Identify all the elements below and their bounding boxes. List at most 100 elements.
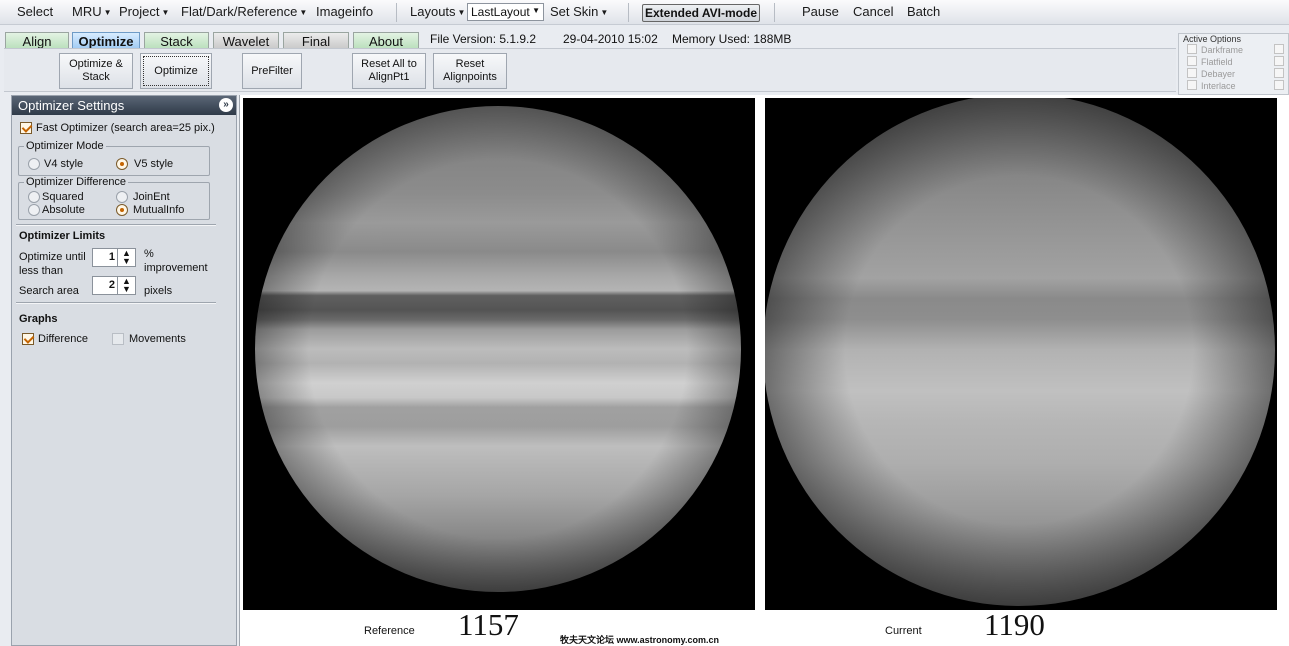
- checkbox-icon: [1187, 80, 1197, 90]
- menu-project-label: Project: [119, 4, 160, 19]
- tab-align[interactable]: Align: [5, 32, 69, 49]
- extended-avi-mode-button[interactable]: Extended AVI-mode: [642, 4, 760, 22]
- layout-select[interactable]: LastLayout ▼: [467, 3, 544, 21]
- layout-select-value: LastLayout: [471, 5, 530, 19]
- checkbox-icon: [1274, 44, 1284, 54]
- menu-mru-label: MRU: [72, 4, 102, 19]
- option-darkframe: Darkframe: [1187, 44, 1243, 55]
- tab-about[interactable]: About: [353, 32, 419, 49]
- menu-layouts-label: Layouts: [410, 4, 456, 19]
- jupiter-current: [765, 98, 1275, 606]
- option-label: Darkframe: [1201, 45, 1244, 55]
- current-label: Current: [885, 625, 922, 637]
- movements-checkbox[interactable]: [112, 333, 124, 345]
- reference-label: Reference: [364, 625, 415, 637]
- improvement-label: improvement: [144, 262, 208, 274]
- percent-label: %: [144, 248, 154, 260]
- less-than-label: less than: [19, 265, 64, 277]
- memory-used: Memory Used: 188MB: [672, 32, 792, 46]
- optimize-stack-button[interactable]: Optimize & Stack: [59, 53, 133, 89]
- spinner-arrows-icon[interactable]: ▲ ▼: [117, 249, 135, 266]
- menu-flat-dark-reference[interactable]: Flat/Dark/Reference ▼: [181, 4, 307, 19]
- menu-flat-dark-reference-label: Flat/Dark/Reference: [181, 4, 298, 19]
- search-area-value: 2: [108, 279, 115, 291]
- optimizer-difference-label: Optimizer Difference: [24, 176, 129, 188]
- chevron-down-icon: ▼: [161, 8, 170, 17]
- menu-set-skin-label: Set Skin: [550, 4, 599, 19]
- difference-label: Difference: [38, 333, 88, 345]
- mode-v4-label: V4 style: [44, 158, 84, 170]
- chevron-down-icon: ▼: [457, 8, 466, 17]
- checkbox-icon: [1274, 56, 1284, 66]
- batch-button[interactable]: Batch: [907, 4, 940, 19]
- reference-frame-number: 1157: [458, 607, 519, 642]
- tab-optimize[interactable]: Optimize: [72, 32, 140, 49]
- search-area-label: Search area: [19, 285, 79, 297]
- diff-squared-label: Squared: [42, 191, 84, 203]
- jupiter-reference: [255, 106, 741, 592]
- difference-checkbox[interactable]: [22, 333, 34, 345]
- option-label: Interlace: [1201, 81, 1236, 91]
- prefilter-button[interactable]: PreFilter: [242, 53, 302, 89]
- cancel-button[interactable]: Cancel: [853, 4, 893, 19]
- checkbox-icon: [1187, 68, 1197, 78]
- movements-label: Movements: [129, 333, 186, 345]
- panel-header: Optimizer Settings »: [12, 96, 236, 115]
- menu-project[interactable]: Project ▼: [119, 4, 169, 19]
- divider: [16, 302, 216, 304]
- option-flatfield: Flatfield: [1187, 56, 1233, 67]
- option-interlace: Interlace: [1187, 80, 1236, 91]
- collapse-icon[interactable]: »: [219, 98, 233, 112]
- search-area-spinner[interactable]: 2 ▲ ▼: [92, 276, 136, 295]
- tab-stack[interactable]: Stack: [144, 32, 209, 49]
- active-options: Active Options Darkframe Flatfield Debay…: [1178, 33, 1289, 95]
- checkbox-icon: [1274, 80, 1284, 90]
- mode-v4-radio[interactable]: [28, 158, 40, 170]
- optimize-button[interactable]: Optimize: [140, 53, 212, 89]
- diff-joinent-radio[interactable]: [116, 191, 128, 203]
- checkbox-icon: [1187, 44, 1197, 54]
- diff-joinent-label: JoinEnt: [133, 191, 170, 203]
- menu-imageinfo[interactable]: Imageinfo: [316, 4, 373, 19]
- mode-v5-radio[interactable]: [116, 158, 128, 170]
- checkbox-icon: [1274, 68, 1284, 78]
- diff-mutualinfo-label: MutualInfo: [133, 204, 185, 216]
- diff-mutualinfo-radio[interactable]: [116, 204, 128, 216]
- improvement-value: 1: [108, 251, 115, 263]
- option-label: Debayer: [1201, 69, 1236, 79]
- optimizer-limits-title: Optimizer Limits: [19, 230, 106, 242]
- menu-layouts[interactable]: Layouts ▼: [410, 4, 465, 19]
- active-options-title: Active Options: [1183, 34, 1242, 44]
- spinner-arrows-icon[interactable]: ▲ ▼: [117, 277, 135, 294]
- menu-select[interactable]: Select: [17, 4, 53, 19]
- chevron-down-icon: ▼: [600, 8, 609, 17]
- chevron-down-icon: ▼: [532, 6, 540, 15]
- menu-separator: [774, 3, 775, 22]
- mode-v5-label: V5 style: [134, 158, 174, 170]
- option-label: Flatfield: [1201, 57, 1233, 67]
- improvement-spinner[interactable]: 1 ▲ ▼: [92, 248, 136, 267]
- optimize-until-label: Optimize until: [19, 251, 86, 263]
- status-datetime: 29-04-2010 15:02: [563, 32, 658, 46]
- menu-mru[interactable]: MRU ▼: [72, 4, 112, 19]
- file-version: File Version: 5.1.9.2: [430, 32, 537, 46]
- watermark: 牧夫天文论坛 www.astronomy.com.cn: [560, 635, 720, 645]
- tab-final[interactable]: Final: [283, 32, 349, 49]
- tab-wavelet[interactable]: Wavelet: [213, 32, 279, 49]
- graphs-title: Graphs: [19, 313, 58, 325]
- chevron-down-icon: ▼: [103, 8, 112, 17]
- optimizer-settings-panel: Optimizer Settings » Fast Optimizer (sea…: [11, 95, 237, 646]
- toolbar: Optimize & Stack Optimize PreFilter Rese…: [4, 48, 1176, 92]
- diff-absolute-radio[interactable]: [28, 204, 40, 216]
- reset-all-button[interactable]: Reset All to AlignPt1: [352, 53, 426, 89]
- menu-separator: [396, 3, 397, 22]
- menu-set-skin[interactable]: Set Skin ▼: [550, 4, 608, 19]
- reference-image[interactable]: [243, 98, 755, 610]
- diff-squared-radio[interactable]: [28, 191, 40, 203]
- menu-separator: [628, 3, 629, 22]
- fast-optimizer-checkbox[interactable]: [20, 122, 32, 134]
- pause-button[interactable]: Pause: [802, 4, 839, 19]
- menu-bar: Select MRU ▼ Project ▼ Flat/Dark/Reference…: [0, 0, 1289, 25]
- current-image[interactable]: [765, 98, 1277, 610]
- reset-alignpoints-button[interactable]: Reset Alignpoints: [433, 53, 507, 89]
